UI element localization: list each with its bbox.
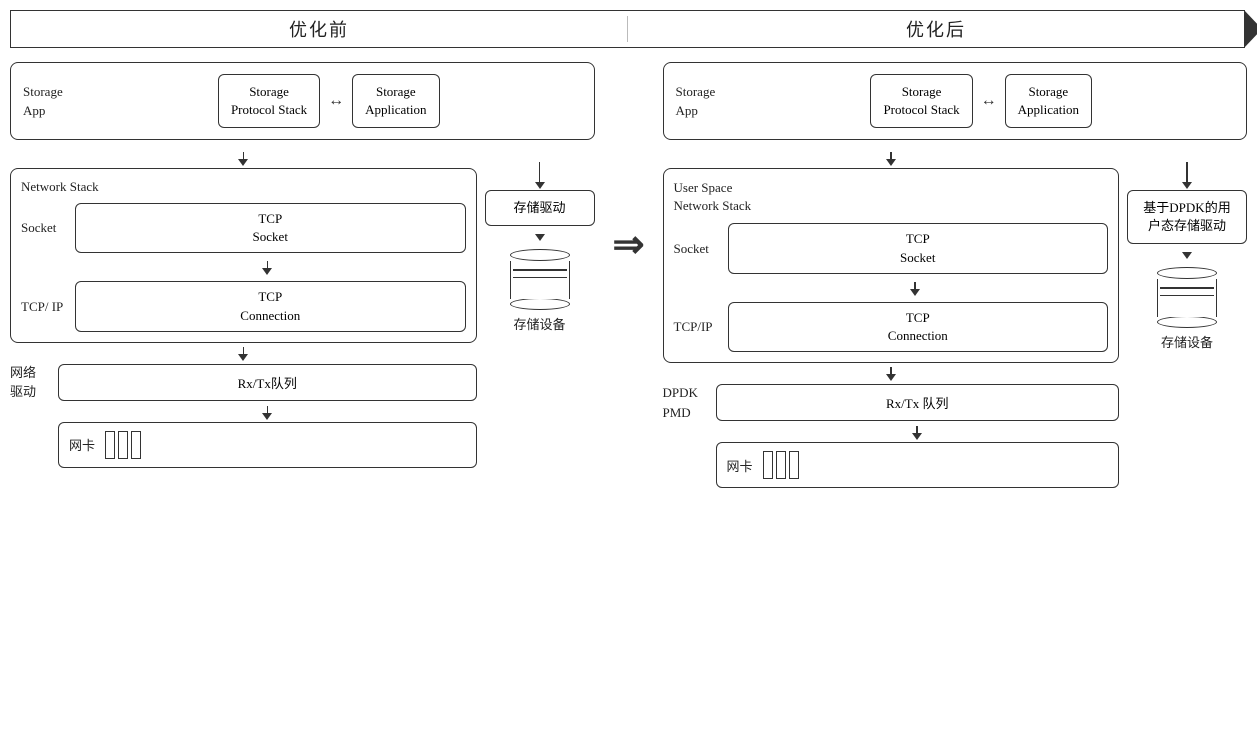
right-tcp-conn-box: TCP Connection: [728, 302, 1109, 352]
right-driver-row: DPDK PMD Rx/Tx 队列: [663, 383, 1120, 422]
left-storage-app-box: Storage App Storage Protocol Stack ↔ Sto…: [10, 62, 595, 140]
left-storage-device-label: 存储设备: [513, 314, 565, 333]
right-panel: Storage App Storage Protocol Stack ↔ Sto…: [663, 62, 1248, 488]
right-double-arrow: ↔: [981, 92, 997, 110]
left-protocol-stack-box: Storage Protocol Stack: [218, 74, 320, 128]
right-socket-label: Socket: [674, 241, 722, 257]
right-nic-bar-2: [776, 451, 786, 479]
right-network-label: User Space Network Stack: [674, 179, 1109, 215]
left-nic-label: 网卡: [69, 435, 95, 454]
before-label: 优化前: [11, 16, 628, 42]
right-protocol-stack-box: Storage Protocol Stack: [870, 74, 972, 128]
left-nic-box: 网卡: [58, 422, 477, 468]
left-tcp-conn-box: TCP Connection: [75, 281, 466, 331]
right-cyl-bottom: [1157, 316, 1217, 328]
left-application-box: Storage Application: [352, 74, 439, 128]
left-rxtx-box: Rx/Tx队列: [58, 364, 477, 401]
right-storage-device-label: 存储设备: [1161, 332, 1213, 351]
right-nic-box: 网卡: [716, 442, 1120, 488]
left-driver-row: 网络 驱动 Rx/Tx队列: [10, 363, 477, 402]
left-panel: Storage App Storage Protocol Stack ↔ Sto…: [10, 62, 595, 468]
left-driver-label: 网络 驱动: [10, 363, 50, 402]
right-network-box: User Space Network Stack Socket TCP Sock…: [663, 168, 1120, 363]
left-cyl-bottom: [510, 298, 570, 310]
left-nic-bar-2: [118, 431, 128, 459]
left-network-box: Network Stack Socket TCP Socket: [10, 168, 477, 343]
top-banner: 优化前 优化后: [10, 10, 1245, 48]
left-storage-driver-box: 存储驱动: [485, 190, 595, 226]
right-nic-row: 网卡: [663, 442, 1120, 488]
right-dpdk-label: DPDK PMD: [663, 383, 708, 422]
left-network-label: Network Stack: [21, 179, 466, 195]
right-application-box: Storage Application: [1005, 74, 1092, 128]
right-tcp-socket-box: TCP Socket: [728, 223, 1109, 273]
left-socket-label: Socket: [21, 220, 69, 236]
right-storage-app-label: Storage App: [676, 82, 721, 121]
right-cyl-body: [1157, 279, 1217, 317]
after-label: 优化后: [628, 16, 1244, 42]
right-storage-driver-box: 基于DPDK的用 户态存储驱动: [1127, 190, 1247, 244]
left-cyl-body: [510, 261, 570, 299]
right-storage-app-box: Storage App Storage Protocol Stack ↔ Sto…: [663, 62, 1248, 140]
right-tcpip-label: TCP/IP: [674, 319, 722, 335]
left-storage-app-label: Storage App: [23, 82, 68, 121]
left-cyl-top: [510, 249, 570, 261]
left-tcp-socket-box: TCP Socket: [75, 203, 466, 253]
right-nic-bar-1: [763, 451, 773, 479]
left-nic-bar-1: [105, 431, 115, 459]
middle-arrow: ⇒: [603, 62, 655, 267]
left-tcpip-label: TCP/ IP: [21, 299, 69, 315]
right-nic-label: 网卡: [727, 456, 753, 475]
right-rxtx-box: Rx/Tx 队列: [716, 384, 1120, 421]
left-nic-row: 网卡: [10, 422, 477, 468]
right-cyl-top: [1157, 267, 1217, 279]
right-nic-bar-3: [789, 451, 799, 479]
left-nic-bar-3: [131, 431, 141, 459]
page-wrapper: 优化前 优化后 Storage App Storage Protocol Sta…: [0, 0, 1257, 748]
left-double-arrow: ↔: [328, 92, 344, 110]
